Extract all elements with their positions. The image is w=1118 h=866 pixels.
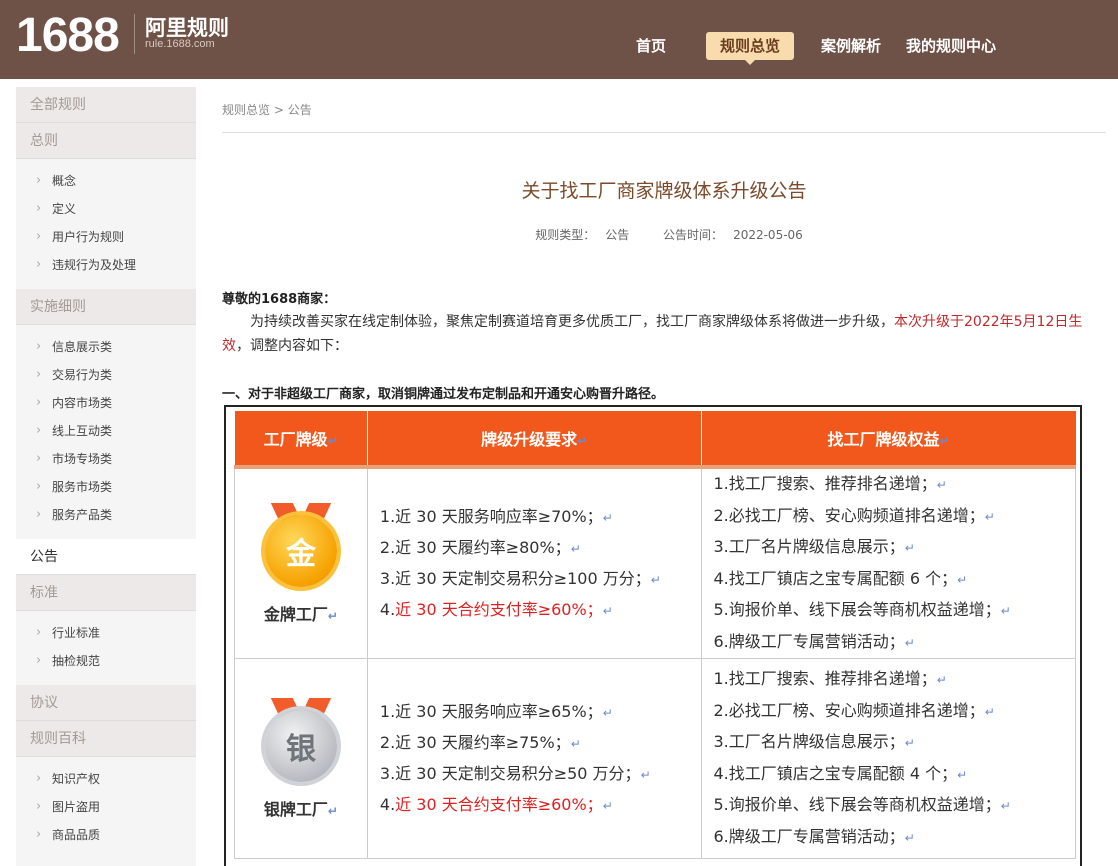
nav-home[interactable]: 首页 [636,32,666,60]
article-title: 关于找工厂商家牌级体系升级公告 [521,180,807,202]
sidebar-standard[interactable]: 标准 [16,575,196,611]
th-benefits: 找工厂牌级权益↵ [701,411,1076,469]
sidebar-item-service-market[interactable]: 服务市场类 [16,473,196,501]
sidebar-item-info-display[interactable]: 信息展示类 [16,333,196,361]
intro-tail: ，调整内容如下： [236,338,348,354]
breadcrumb: 规则总览 > 公告 [222,101,312,118]
breadcrumb-sep: > [273,103,284,117]
gold-badge-cell: 金 金牌工厂↵ [234,466,368,659]
sidebar-item-violation[interactable]: 违规行为及处理 [16,251,196,279]
sidebar-item-service-product[interactable]: 服务产品类 [16,501,196,529]
sidebar-standard-list: 行业标准 抽检规范 [16,611,196,685]
gold-benefits: 1.找工厂搜索、推荐排名递增；↵ 2.必找工厂榜、安心购频道排名递增；↵ 3.工… [700,466,1076,659]
table-row-gold: 金 金牌工厂↵ 1.近 30 天服务响应率≥70%；↵ 2.近 30 天履约率≥… [234,466,1076,659]
sidebar-item-content-market[interactable]: 内容市场类 [16,389,196,417]
sidebar-agreement[interactable]: 协议 [16,685,196,721]
sidebar-item-definition[interactable]: 定义 [16,195,196,223]
sidebar-item-user-behavior[interactable]: 用户行为规则 [16,223,196,251]
breadcrumb-root[interactable]: 规则总览 [222,103,270,117]
gold-badge-label: 金牌工厂 [263,604,328,624]
greeting: 尊敬的1688商家： [222,292,337,307]
sidebar-notice[interactable]: 公告 [16,539,196,575]
logo-url: rule.1688.com [145,38,215,50]
silver-benefits: 1.找工厂搜索、推荐排名递增；↵ 2.必找工厂榜、安心购频道排名递增；↵ 3.工… [700,658,1076,859]
sidebar-all-rules[interactable]: 全部规则 [16,87,196,123]
th-tier: 工厂牌级↵ [234,411,368,469]
type-label: 规则类型： [535,228,596,242]
sidebar-item-market-special[interactable]: 市场专场类 [16,445,196,473]
section-1-heading: 一、对于非超级工厂商家，取消铜牌通过发布定制品和开通安心购晋升路径。 [222,387,665,402]
nav-rules-overview[interactable]: 规则总览 [706,32,795,65]
tier-table: 工厂牌级↵ 牌级升级要求↵ 找工厂牌级权益↵ 金 金牌工厂↵ 1.近 30 天服… [234,411,1076,859]
time-label: 公告时间： [663,228,724,242]
sidebar-wiki[interactable]: 规则百科 [16,721,196,757]
time-value: 2022-05-06 [733,228,803,242]
table-row-silver: 银 银牌工厂↵ 1.近 30 天服务响应率≥65%；↵ 2.近 30 天履约率≥… [234,658,1076,859]
sidebar-wiki-list: 知识产权 图片盗用 商品品质 [16,757,196,859]
sidebar-item-online-interaction[interactable]: 线上互动类 [16,417,196,445]
sidebar: 全部规则 总则 概念 定义 用户行为规则 违规行为及处理 实施细则 信息展示类 … [16,87,196,866]
article-meta: 规则类型： 公告 公告时间： 2022-05-06 [222,226,1106,243]
intro-paragraph: 为持续改善买家在线定制体验，聚焦定制赛道培育更多优质工厂，找工厂商家牌级体系将做… [222,310,1102,358]
silver-badge-cell: 银 银牌工厂↵ [234,658,368,859]
sidebar-general-list: 概念 定义 用户行为规则 违规行为及处理 [16,159,196,289]
nav-case-analysis[interactable]: 案例解析 [821,32,881,60]
sidebar-item-image-theft[interactable]: 图片盗用 [16,793,196,821]
gold-medal-icon: 金 [261,503,341,593]
silver-medal-icon: 银 [261,698,341,788]
sidebar-item-trade-behavior[interactable]: 交易行为类 [16,361,196,389]
silver-badge-label: 银牌工厂 [263,799,328,819]
sidebar-general[interactable]: 总则 [16,123,196,159]
logo-divider [134,14,135,54]
breadcrumb-current[interactable]: 公告 [288,103,312,117]
sidebar-item-inspection[interactable]: 抽检规范 [16,647,196,675]
sidebar-item-ip[interactable]: 知识产权 [16,765,196,793]
type-value: 公告 [605,228,630,242]
sidebar-item-quality[interactable]: 商品品质 [16,821,196,849]
sidebar-detail-list: 信息展示类 交易行为类 内容市场类 线上互动类 市场专场类 服务市场类 服务产品… [16,325,196,539]
top-header: 1688 阿里规则 rule.1688.com 首页 规则总览 案例解析 我的规… [0,0,1118,79]
tier-table-image: 工厂牌级↵ 牌级升级要求↵ 找工厂牌级权益↵ 金 金牌工厂↵ 1.近 30 天服… [224,405,1082,866]
sidebar-item-concept[interactable]: 概念 [16,167,196,195]
sidebar-detail[interactable]: 实施细则 [16,289,196,325]
nav-my-rules-center[interactable]: 我的规则中心 [906,32,996,60]
gold-requirements: 1.近 30 天服务响应率≥70%；↵ 2.近 30 天履约率≥80%；↵ 3.… [366,466,702,659]
logo-1688[interactable]: 1688 [16,8,120,63]
divider [222,132,1106,133]
silver-requirements: 1.近 30 天服务响应率≥65%；↵ 2.近 30 天履约率≥75%；↵ 3.… [366,658,702,859]
sidebar-item-industry-standard[interactable]: 行业标准 [16,619,196,647]
th-requirements: 牌级升级要求↵ [367,411,702,469]
intro-main: 为持续改善买家在线定制体验，聚焦定制赛道培育更多优质工厂，找工厂商家牌级体系将做… [250,314,894,330]
